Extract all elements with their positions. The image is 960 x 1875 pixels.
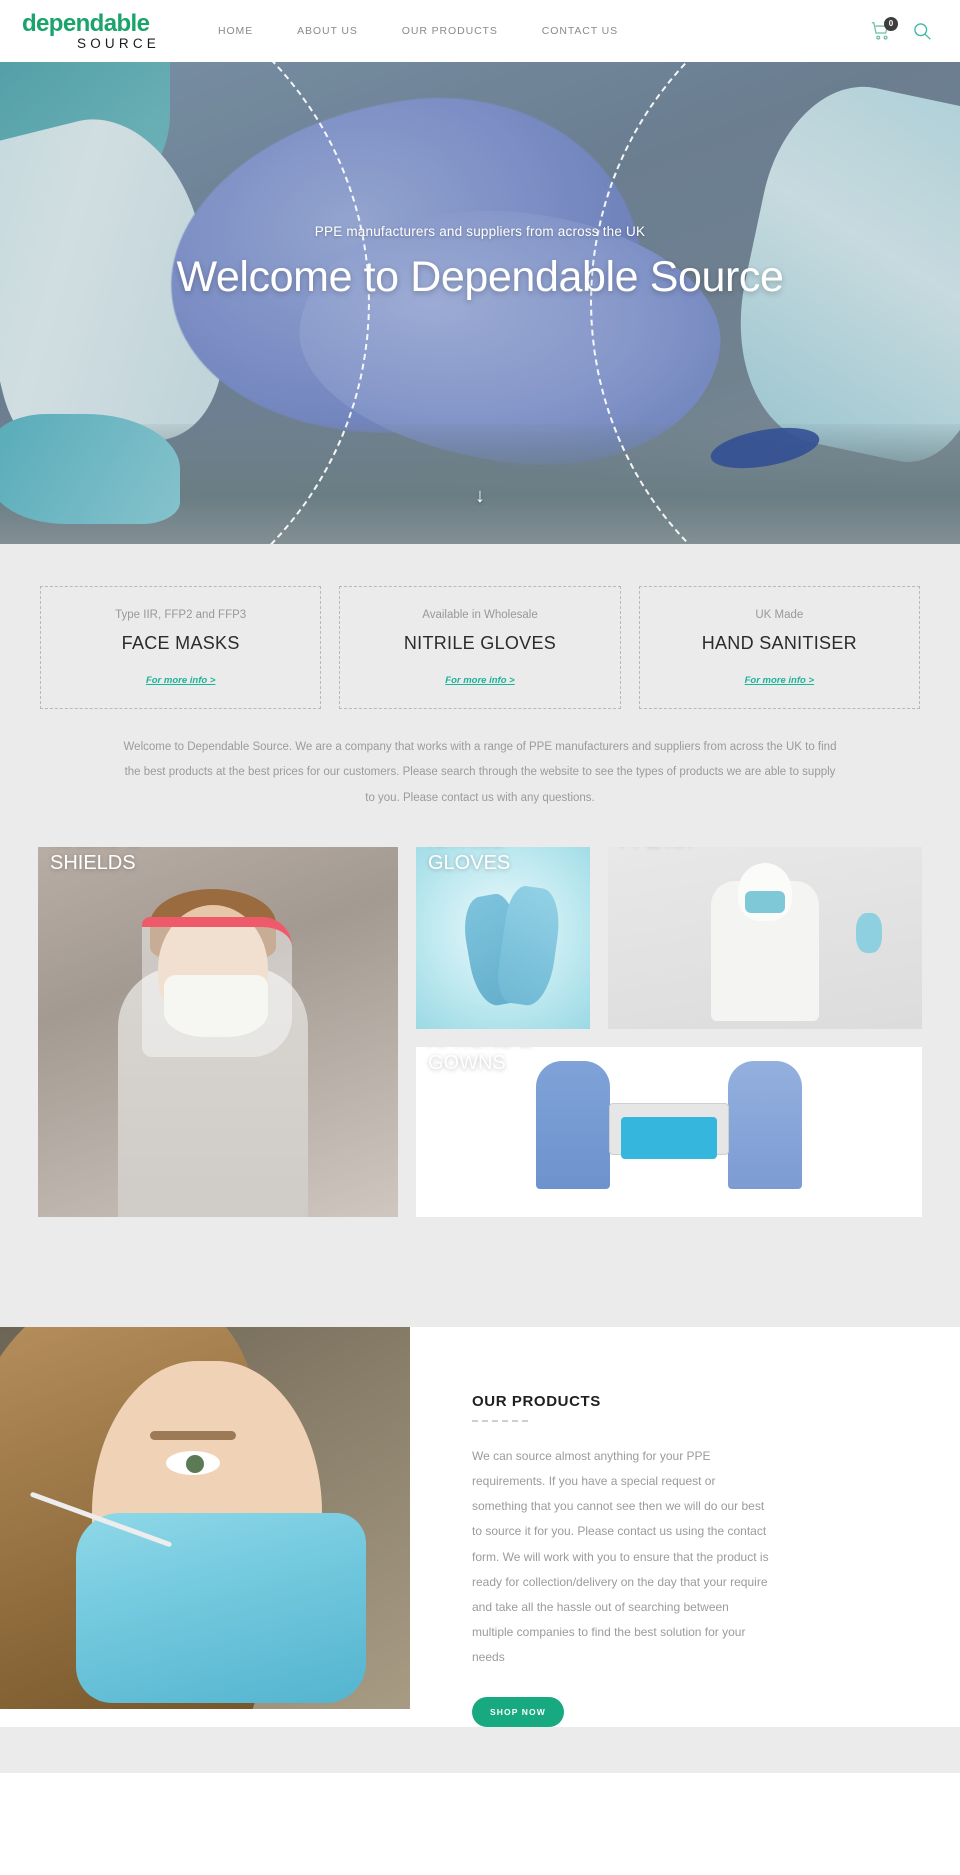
gallery-tile-label: NITRILE GLOVES: [428, 847, 511, 875]
logo-wordmark-secondary: SOURCE: [77, 35, 160, 51]
footer-strip: [0, 1726, 960, 1773]
title-underline-rule: [472, 1419, 528, 1422]
nav-item-about-us[interactable]: ABOUT US: [275, 25, 380, 37]
site-logo[interactable]: dependable SOURCE: [22, 9, 162, 51]
card-more-info-link[interactable]: For more info >: [146, 675, 215, 686]
gallery-column-right: NITRILE GLOVES PPE KIT APRONS & GOWNS: [416, 846, 922, 1217]
main-navigation: HOME ABOUT US OUR PRODUCTS CONTACT US: [196, 25, 640, 37]
card-title: HAND SANITISER: [701, 633, 857, 653]
hero-banner: PPE manufacturers and suppliers from acr…: [0, 62, 960, 544]
search-icon[interactable]: [912, 21, 932, 41]
product-highlight-cards: Type IIR, FFP2 and FFP3 FACE MASKS For m…: [0, 586, 960, 709]
card-subtitle: Type IIR, FFP2 and FFP3: [115, 609, 247, 621]
gallery-tile-masks-shields[interactable]: MASKS & SHIELDS: [38, 846, 398, 1217]
intro-paragraph: Welcome to Dependable Source. We are a c…: [123, 741, 837, 804]
card-title: FACE MASKS: [121, 633, 240, 653]
cart-count-badge: 0: [884, 17, 898, 31]
hero-title: Welcome to Dependable Source: [176, 253, 784, 301]
highlight-card-hand-sanitiser[interactable]: UK Made HAND SANITISER For more info >: [638, 586, 920, 709]
homepage: dependable SOURCE HOME ABOUT US OUR PROD…: [0, 0, 960, 1773]
product-highlights-section: Type IIR, FFP2 and FFP3 FACE MASKS For m…: [0, 544, 960, 847]
gallery-row-top: NITRILE GLOVES PPE KIT: [416, 846, 922, 1029]
highlight-card-nitrile-gloves[interactable]: Available in Wholesale NITRILE GLOVES Fo…: [339, 586, 621, 709]
card-subtitle: UK Made: [755, 609, 804, 621]
highlight-card-face-masks[interactable]: Type IIR, FFP2 and FFP3 FACE MASKS For m…: [40, 586, 322, 709]
nav-item-our-products[interactable]: OUR PRODUCTS: [380, 25, 520, 37]
nav-item-contact-us[interactable]: CONTACT US: [520, 25, 640, 37]
gallery-tile-nitrile-gloves[interactable]: NITRILE GLOVES: [416, 846, 590, 1029]
cart-button[interactable]: 0: [870, 17, 898, 42]
our-products-image: [0, 1326, 410, 1709]
gallery-tile-label: MASKS & SHIELDS: [50, 847, 139, 875]
hero-kicker: PPE manufacturers and suppliers from acr…: [314, 224, 646, 239]
gallery-tile-label: PPE KIT: [608, 847, 709, 853]
logo-wordmark-primary: dependable: [22, 9, 150, 37]
scroll-down-arrow-icon[interactable]: ↓: [0, 485, 960, 508]
gallery-tile-ppe-kit[interactable]: PPE KIT: [608, 846, 922, 1029]
category-gallery: MASKS & SHIELDS NITRILE GLOVES PPE KIT A…: [0, 846, 960, 1327]
nav-item-home[interactable]: HOME: [196, 25, 275, 37]
gallery-column-left: MASKS & SHIELDS: [38, 846, 398, 1217]
card-subtitle: Available in Wholesale: [422, 609, 538, 621]
site-header: dependable SOURCE HOME ABOUT US OUR PROD…: [0, 0, 960, 62]
gallery-tile-label: APRONS & GOWNS: [428, 1047, 531, 1075]
header-actions: 0: [870, 17, 938, 42]
gallery-tile-aprons-gowns[interactable]: APRONS & GOWNS: [416, 1046, 922, 1217]
our-products-description: We can source almost anything for your P…: [472, 1448, 769, 1665]
card-title: NITRILE GLOVES: [403, 633, 557, 653]
our-products-title: OUR PRODUCTS: [472, 1392, 601, 1410]
hero-content: PPE manufacturers and suppliers from acr…: [0, 62, 960, 302]
shop-now-button[interactable]: SHOP NOW: [472, 1696, 564, 1727]
card-more-info-link[interactable]: For more info >: [445, 675, 514, 686]
our-products-content: OUR PRODUCTS We can source almost anythi…: [410, 1327, 960, 1727]
card-more-info-link[interactable]: For more info >: [745, 675, 814, 686]
our-products-section: OUR PRODUCTS We can source almost anythi…: [0, 1326, 960, 1727]
